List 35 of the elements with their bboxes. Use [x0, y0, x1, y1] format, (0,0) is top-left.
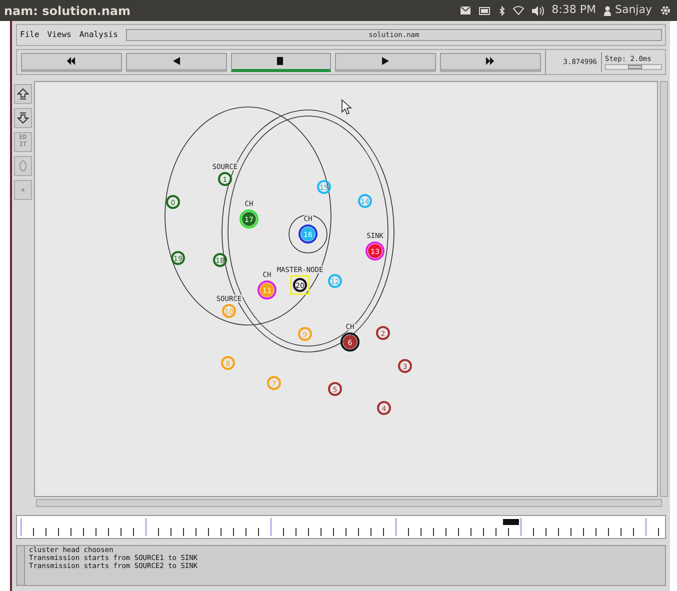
oval-icon: [19, 160, 27, 172]
window-title: nam: solution.nam: [4, 2, 131, 20]
settings-icon[interactable]: [660, 5, 671, 16]
playback-button[interactable]: [230, 52, 332, 72]
rewind-icon: [66, 57, 76, 65]
play-back-icon: [172, 57, 181, 65]
timeline[interactable]: [16, 515, 666, 539]
zoom-in-button[interactable]: [14, 84, 32, 104]
node-button[interactable]: [14, 156, 32, 176]
dot-icon: [21, 188, 25, 192]
time-marker[interactable]: [503, 519, 519, 525]
menu-item[interactable]: File: [20, 29, 40, 41]
bluetooth-icon[interactable]: [498, 6, 505, 16]
zoom-out-button[interactable]: [14, 108, 32, 128]
log-scrollbar[interactable]: [17, 546, 25, 585]
menu-item[interactable]: Views: [47, 29, 72, 41]
mail-icon[interactable]: [460, 6, 471, 15]
down-arrow-icon: [17, 112, 29, 124]
fast-forward-icon: [486, 57, 496, 65]
clock-text[interactable]: 8:38 PM: [552, 2, 596, 19]
step-slider[interactable]: [605, 64, 662, 70]
horizontal-scrollbar[interactable]: [36, 499, 662, 507]
user-name[interactable]: Sanjay: [614, 2, 652, 19]
point-button[interactable]: [14, 180, 32, 200]
menu-item[interactable]: Analysis: [79, 29, 118, 41]
user-icon[interactable]: [604, 6, 611, 16]
vertical-scrollbar[interactable]: [660, 81, 668, 497]
up-arrow-icon: [17, 88, 29, 100]
play-icon: [381, 57, 390, 65]
mouse-pointer-icon: [342, 99, 352, 115]
wifi-icon[interactable]: [512, 6, 524, 15]
slider-thumb[interactable]: [628, 65, 642, 70]
stop-icon: [276, 57, 286, 65]
volume-icon[interactable]: [532, 6, 544, 16]
battery-icon[interactable]: [478, 6, 491, 14]
